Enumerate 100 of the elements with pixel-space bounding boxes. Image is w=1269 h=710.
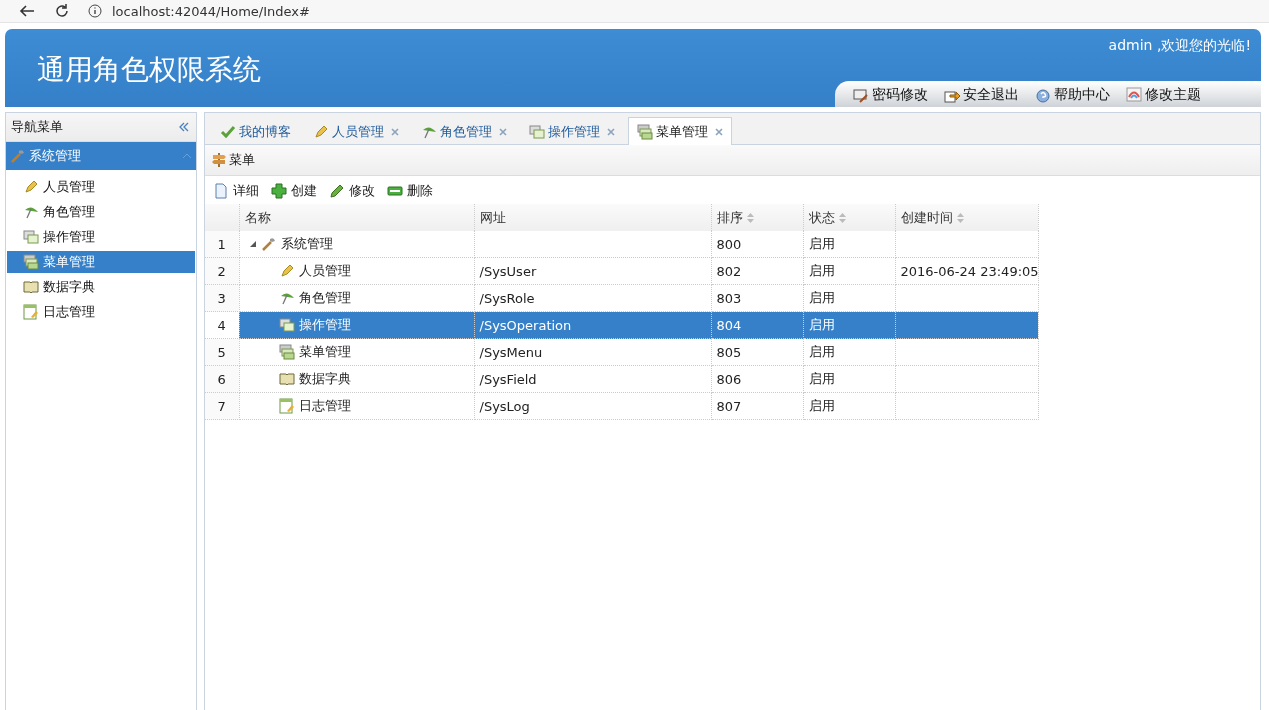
nav-item[interactable]: 日志管理 — [7, 301, 195, 323]
pencil-icon — [23, 179, 39, 195]
table-cell[interactable]: 数据字典 — [239, 365, 474, 393]
table-cell: 807 — [711, 392, 803, 420]
book-icon — [278, 371, 295, 387]
close-icon[interactable] — [607, 127, 615, 136]
pencil-icon — [278, 263, 295, 279]
toolbar-button[interactable]: 详细 — [213, 182, 259, 200]
menu-name: 操作管理 — [298, 316, 351, 334]
table-cell: 800 — [711, 231, 803, 258]
table-cell[interactable]: 人员管理 — [239, 257, 474, 285]
nav-item[interactable]: 数据字典 — [7, 276, 195, 298]
column-header: 名称 — [239, 204, 474, 231]
info-icon — [88, 4, 102, 18]
back-icon[interactable] — [18, 3, 36, 19]
table-cell: 启用 — [803, 365, 895, 393]
table-cell: 804 — [711, 311, 803, 339]
table-cell: 805 — [711, 338, 803, 366]
windows-icon — [23, 254, 39, 270]
menu-name: 人员管理 — [298, 262, 351, 280]
table-cell[interactable]: 操作管理 — [239, 311, 474, 339]
nav-item[interactable]: 菜单管理 — [7, 251, 195, 273]
menu-name: 日志管理 — [298, 397, 351, 415]
menu-name: 数据字典 — [298, 370, 351, 388]
minus-icon — [387, 183, 403, 199]
notepad-icon — [23, 304, 39, 320]
row-number: 2 — [205, 257, 239, 285]
notepad-icon — [278, 398, 295, 414]
tab[interactable]: 操作管理 — [520, 117, 624, 145]
header-link[interactable]: 修改主题 — [1126, 85, 1201, 104]
table-cell: 2016-06-24 23:49:05 — [895, 257, 1038, 285]
tab[interactable]: 角色管理 — [412, 117, 516, 145]
table-cell[interactable]: 日志管理 — [239, 392, 474, 420]
address-field[interactable]: localhost:42044/Home/Index# — [112, 3, 310, 19]
table-cell: 启用 — [803, 311, 895, 339]
nav-item[interactable]: 角色管理 — [7, 201, 195, 223]
windows-icon — [637, 123, 653, 140]
table-cell: 启用 — [803, 257, 895, 285]
table-cell[interactable]: 角色管理 — [239, 284, 474, 312]
chevron-icon — [182, 153, 192, 159]
table-cell: 启用 — [803, 231, 895, 258]
close-icon[interactable] — [715, 127, 723, 136]
row-number: 4 — [205, 311, 239, 339]
menu-name: 菜单管理 — [298, 343, 351, 361]
table-cell: 启用 — [803, 338, 895, 366]
header-link[interactable]: 密码修改 — [853, 85, 928, 104]
collapse-icon[interactable] — [178, 121, 190, 133]
table-cell[interactable]: 菜单管理 — [239, 338, 474, 366]
header-link[interactable]: 帮助中心 — [1035, 85, 1110, 104]
header-link[interactable]: 安全退出 — [944, 85, 1019, 104]
signpost-icon — [211, 152, 227, 168]
row-number: 7 — [205, 392, 239, 420]
windows-icon — [278, 344, 295, 360]
table-cell[interactable]: 系统管理 — [239, 231, 474, 258]
reload-icon[interactable] — [54, 3, 70, 19]
row-number: 5 — [205, 338, 239, 366]
toolbar-button[interactable]: 修改 — [329, 182, 375, 200]
windows-icon — [23, 229, 39, 245]
tab[interactable]: 菜单管理 — [628, 117, 732, 145]
close-icon[interactable] — [499, 127, 507, 136]
toolbar-button[interactable]: 创建 — [271, 182, 317, 200]
nav-item[interactable]: 操作管理 — [7, 226, 195, 248]
table-cell: /SysUser — [474, 257, 711, 285]
note-pen-icon — [853, 86, 869, 103]
tab[interactable]: 我的博客 — [211, 117, 300, 145]
toolbar-button[interactable]: 删除 — [387, 182, 433, 200]
welcome-text: admin ,欢迎您的光临! — [1108, 36, 1252, 55]
document-icon — [213, 183, 229, 199]
table-cell: 启用 — [803, 392, 895, 420]
table-cell: /SysOperation — [474, 311, 711, 339]
umbrella-icon — [23, 204, 39, 220]
pencil-icon — [313, 123, 329, 140]
column-header[interactable]: 排序 — [711, 204, 803, 231]
table-cell: 803 — [711, 284, 803, 312]
wrench-icon — [10, 148, 26, 164]
column-header[interactable]: 创建时间 — [895, 204, 1038, 231]
windows-icon — [529, 123, 545, 140]
table-cell: 806 — [711, 365, 803, 393]
row-number: 6 — [205, 365, 239, 393]
row-number: 1 — [205, 231, 239, 258]
pencil-icon — [329, 183, 345, 199]
tab[interactable]: 人员管理 — [304, 117, 408, 145]
nav-item[interactable]: 人员管理 — [7, 176, 195, 198]
expand-caret-icon[interactable] — [248, 240, 257, 248]
plus-icon — [271, 183, 287, 199]
column-header[interactable]: 状态 — [803, 204, 895, 231]
windows-icon — [278, 317, 295, 333]
group-header[interactable]: 系统管理 — [6, 142, 196, 170]
menu-name: 系统管理 — [280, 235, 333, 253]
wrench-icon — [260, 236, 277, 252]
menu-name: 角色管理 — [298, 289, 351, 307]
close-icon[interactable] — [391, 127, 399, 136]
table-cell: /SysRole — [474, 284, 711, 312]
table-cell: 启用 — [803, 284, 895, 312]
app-title: 通用角色权限系统 — [36, 52, 261, 88]
panel-title: 导航菜单 — [11, 118, 63, 136]
table-cell: 802 — [711, 257, 803, 285]
column-header: 网址 — [474, 204, 711, 231]
row-number: 3 — [205, 284, 239, 312]
book-icon — [23, 279, 39, 295]
